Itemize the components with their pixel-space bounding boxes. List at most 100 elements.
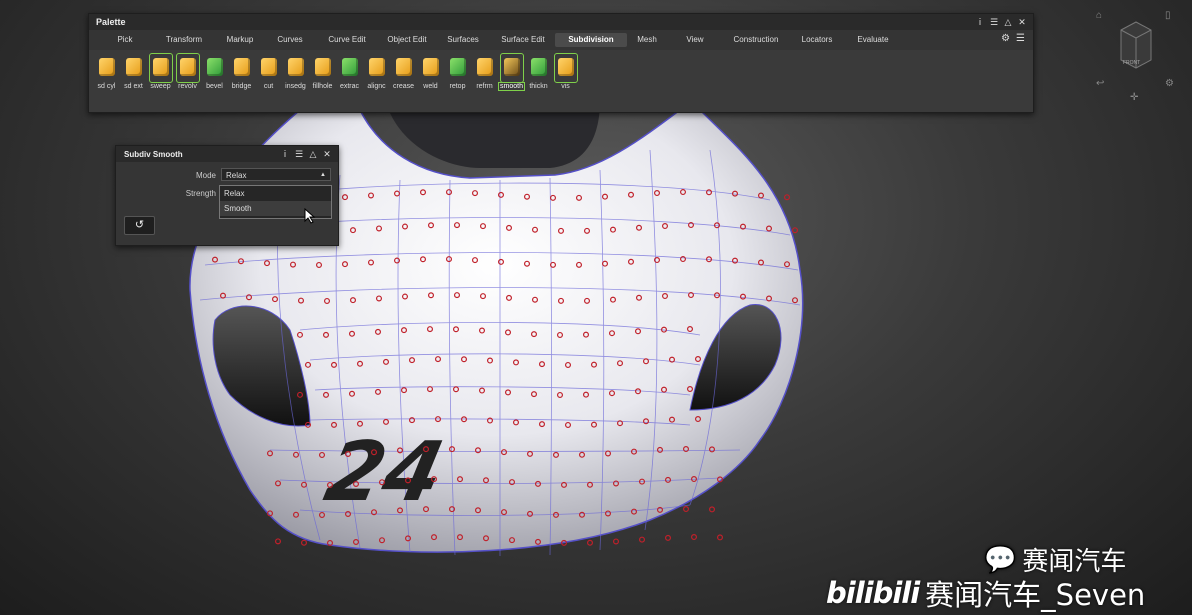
tool-label: bridge bbox=[231, 83, 252, 90]
tab-curve-edit[interactable]: Curve Edit bbox=[315, 33, 379, 47]
align-icon bbox=[366, 54, 388, 82]
tab-surfaces[interactable]: Surfaces bbox=[435, 33, 491, 47]
tool-extrac[interactable]: extrac bbox=[336, 52, 363, 94]
tool-label: cut bbox=[263, 83, 274, 90]
dropdown-option-relax[interactable]: Relax bbox=[220, 186, 331, 201]
tool-label: retop bbox=[449, 83, 466, 90]
close-icon[interactable]: ✕ bbox=[1017, 17, 1027, 27]
tool-alignc[interactable]: alignc bbox=[363, 52, 390, 94]
insert-edge-icon bbox=[285, 54, 307, 82]
crease-icon bbox=[393, 54, 415, 82]
tab-object-edit[interactable]: Object Edit bbox=[379, 33, 435, 47]
control-vertex[interactable] bbox=[275, 538, 282, 545]
tab-view[interactable]: View bbox=[667, 33, 723, 47]
tab-locators[interactable]: Locators bbox=[789, 33, 845, 47]
tool-label: extrac bbox=[339, 83, 360, 90]
view-cube-label: FRONT bbox=[1123, 60, 1141, 66]
tool-crease[interactable]: crease bbox=[390, 52, 417, 94]
palette-tabs: Pick Transform Markup Curves Curve Edit Objec… bbox=[89, 30, 1033, 50]
orbit-settings-icon[interactable]: ⚙ bbox=[1165, 78, 1174, 89]
cut-icon bbox=[258, 54, 280, 82]
tool-label: revolv bbox=[178, 83, 197, 90]
home-icon[interactable]: ⌂ bbox=[1096, 10, 1102, 21]
tab-mesh[interactable]: Mesh bbox=[627, 33, 667, 47]
settings-icon[interactable]: ⚙ bbox=[1001, 33, 1010, 44]
tool-bevel[interactable]: bevel bbox=[201, 52, 228, 94]
wechat-icon: 💬 bbox=[984, 544, 1017, 575]
control-vertex[interactable] bbox=[783, 194, 790, 201]
control-vertex[interactable] bbox=[638, 536, 645, 543]
tool-weld[interactable]: weld bbox=[417, 52, 444, 94]
minimize-icon[interactable]: △ bbox=[1003, 17, 1013, 27]
tool-revolv[interactable]: revolv bbox=[174, 52, 201, 94]
tool-smooth[interactable]: smooth bbox=[498, 52, 525, 94]
tab-evaluate[interactable]: Evaluate bbox=[845, 33, 901, 47]
reset-button[interactable]: ↺ bbox=[124, 216, 155, 235]
tool-retop[interactable]: retop bbox=[444, 52, 471, 94]
tool-label: sweep bbox=[150, 83, 171, 90]
tab-curves[interactable]: Curves bbox=[265, 33, 315, 47]
tool-label: weld bbox=[423, 83, 438, 90]
bilibili-watermark: bilibili 赛闻汽车_Seven bbox=[826, 572, 1145, 614]
info-icon[interactable]: ⅰ bbox=[280, 149, 290, 159]
bilibili-logo: bilibili bbox=[826, 576, 920, 610]
info-icon[interactable]: ⅰ bbox=[975, 17, 985, 27]
tab-pick[interactable]: Pick bbox=[97, 33, 153, 47]
tab-surface-edit[interactable]: Surface Edit bbox=[491, 33, 555, 47]
tool-vis[interactable]: vis bbox=[552, 52, 579, 94]
retopo-icon bbox=[447, 54, 469, 82]
tool-label: alignc bbox=[367, 83, 386, 90]
control-vertex[interactable] bbox=[301, 539, 308, 546]
cylinder-icon bbox=[96, 54, 118, 82]
thicken-icon bbox=[528, 54, 550, 82]
tool-sweep[interactable]: sweep bbox=[147, 52, 174, 94]
tab-markup[interactable]: Markup bbox=[215, 33, 265, 47]
control-vertex[interactable] bbox=[716, 534, 723, 541]
menu-icon[interactable]: ☰ bbox=[294, 149, 304, 159]
control-vertex[interactable] bbox=[708, 506, 715, 513]
close-icon[interactable]: ✕ bbox=[322, 149, 332, 159]
tool-fillhole[interactable]: fillhole bbox=[309, 52, 336, 94]
weld-icon bbox=[420, 54, 442, 82]
bevel-icon bbox=[204, 54, 226, 82]
palette-titlebar[interactable]: Palette ⅰ ☰ △ ✕ bbox=[89, 14, 1033, 30]
palette-window: Palette ⅰ ☰ △ ✕ Pick Transform Markup Curve… bbox=[88, 13, 1034, 113]
palette-title: Palette bbox=[96, 17, 126, 27]
control-vertex[interactable] bbox=[586, 539, 593, 546]
minimize-icon[interactable]: △ bbox=[308, 149, 318, 159]
tool-cut[interactable]: cut bbox=[255, 52, 282, 94]
palette-menu-icon[interactable]: ☰ bbox=[1016, 33, 1025, 44]
control-vertex[interactable] bbox=[690, 534, 697, 541]
view-cube[interactable]: FRONT bbox=[1117, 20, 1155, 70]
tool-refrm[interactable]: refrm bbox=[471, 52, 498, 94]
pan-icon[interactable]: ✛ bbox=[1130, 92, 1138, 103]
tool-insedg[interactable]: insedg bbox=[282, 52, 309, 94]
tool-bridge[interactable]: bridge bbox=[228, 52, 255, 94]
undo-view-icon[interactable]: ↩ bbox=[1096, 78, 1104, 89]
extract-icon bbox=[339, 54, 361, 82]
control-vertex[interactable] bbox=[612, 538, 619, 545]
revolve-icon bbox=[175, 53, 200, 83]
tab-transform[interactable]: Transform bbox=[153, 33, 215, 47]
control-vertex[interactable] bbox=[664, 534, 671, 541]
tool-sd ext[interactable]: sd ext bbox=[120, 52, 147, 94]
mode-label: Mode bbox=[195, 171, 216, 180]
sweep-icon bbox=[148, 53, 173, 83]
tool-label: sd cyl bbox=[97, 83, 116, 90]
tab-construction[interactable]: Construction bbox=[723, 33, 789, 47]
tool-thickn[interactable]: thickn bbox=[525, 52, 552, 94]
control-vertex[interactable] bbox=[791, 227, 798, 234]
tool-sd cyl[interactable]: sd cyl bbox=[93, 52, 120, 94]
menu-icon[interactable]: ☰ bbox=[989, 17, 999, 27]
dialog-titlebar[interactable]: Subdiv Smooth ⅰ ☰ △ ✕ bbox=[116, 146, 338, 162]
mode-select[interactable]: Relax ▲ bbox=[221, 168, 331, 181]
bookmark-icon[interactable]: ▯ bbox=[1165, 10, 1171, 21]
control-vertex[interactable] bbox=[682, 506, 689, 513]
watermark-line2: 赛闻汽车_Seven bbox=[925, 578, 1146, 612]
tool-row: sd cyl sd ext sweep revolv bevel bridge cut ins… bbox=[89, 50, 1033, 94]
tab-subdivision[interactable]: Subdivision bbox=[555, 33, 627, 47]
mode-value: Relax bbox=[226, 171, 247, 180]
reform-icon bbox=[474, 54, 496, 82]
tool-label: refrm bbox=[476, 83, 493, 90]
mouse-cursor-icon bbox=[304, 208, 316, 224]
